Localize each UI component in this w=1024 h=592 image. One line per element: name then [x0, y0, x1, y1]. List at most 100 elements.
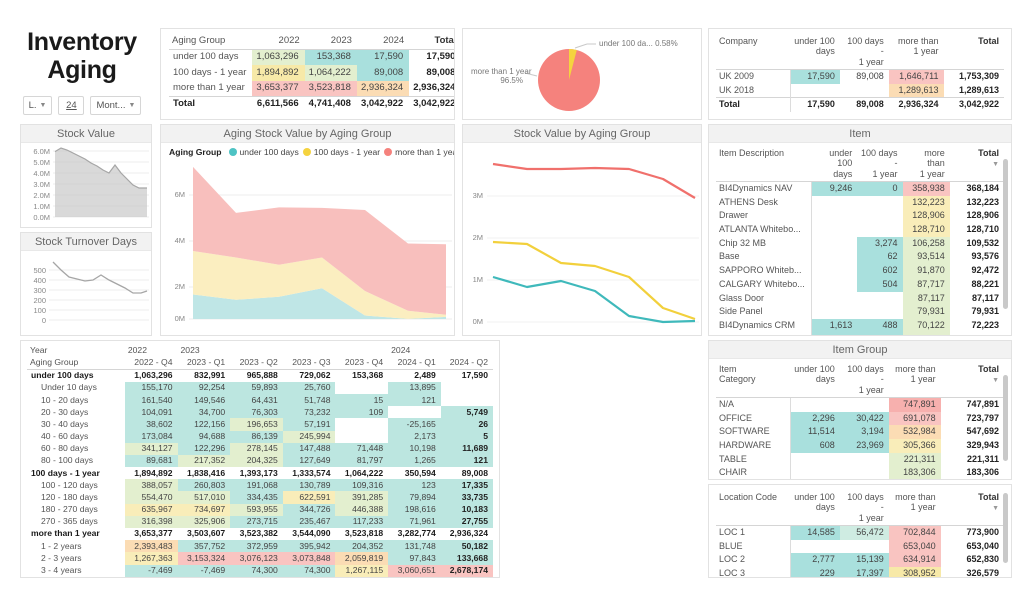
table-cell[interactable] — [790, 83, 840, 98]
table-cell[interactable]: 133,668 — [440, 552, 493, 565]
column-header-2023[interactable]: 2023 — [304, 34, 357, 50]
table-row[interactable]: 30 - 40 days 38,602 122,156 196,653 57,191 -2… — [27, 418, 493, 431]
table-row[interactable]: CHAIR 183,306 183,306 — [716, 466, 1004, 479]
column-header-2024[interactable]: 2024 — [356, 34, 410, 50]
table-row[interactable]: 40 - 60 days 173,084 94,688 86,139 245,994 2,… — [27, 430, 493, 443]
table-cell[interactable]: 130,789 — [282, 479, 336, 492]
table-cell[interactable]: 79,931 — [950, 305, 1004, 319]
row-label[interactable]: Chip 32 MB — [716, 237, 812, 251]
table-cell[interactable]: 305,366 — [888, 439, 941, 453]
column-header-2023-q4[interactable]: 2023 - Q4 — [335, 356, 389, 370]
table-cell[interactable] — [857, 305, 902, 319]
row-label[interactable]: 40 - 60 days — [27, 431, 125, 443]
table-row[interactable]: 10 - 20 days 161,540 149,546 64,431 51,748 15… — [27, 394, 493, 407]
table-cell[interactable]: 93,576 — [950, 250, 1004, 264]
table-cell[interactable]: 2,777 — [790, 553, 840, 568]
table-cell[interactable]: 10,183 — [440, 503, 493, 516]
table-cell[interactable]: 89,008 — [840, 70, 889, 84]
table-cell[interactable]: 372,959 — [230, 540, 283, 553]
table-row[interactable]: Chip 32 MB 3,274 106,258 109,532 — [716, 236, 1004, 251]
table-cell[interactable]: 1,265 — [388, 454, 441, 468]
table-row[interactable]: OFFICE 2,296 30,422 691,078 723,797 — [716, 411, 1004, 426]
table-cell[interactable]: 72,223 — [950, 319, 1004, 333]
column-header-total[interactable]: Total ▼ — [940, 362, 1004, 399]
table-cell[interactable]: 122,296 — [177, 442, 231, 455]
table-cell[interactable]: 15 — [335, 394, 389, 407]
table-cell[interactable]: 92,472 — [950, 264, 1004, 278]
table-cell[interactable]: 635,967 — [124, 503, 178, 516]
table-cell[interactable]: 221,311 — [888, 452, 941, 467]
table-cell[interactable] — [811, 291, 858, 306]
table-cell[interactable]: 747,891 — [941, 398, 1004, 412]
table-row[interactable]: ATLANTA Whitebo... 128,710 128,710 — [716, 223, 1004, 237]
table-cell[interactable] — [840, 466, 889, 479]
row-label[interactable]: 100 days - 1 year — [169, 65, 252, 80]
table-cell[interactable]: 653,040 — [941, 540, 1004, 554]
column-header-2022[interactable]: 2022 — [252, 34, 305, 50]
legend-item-100-days-1-year[interactable]: 100 days - 1 year — [302, 147, 380, 157]
table-row[interactable]: N/A 747,891 747,891 — [716, 397, 1004, 412]
table-cell[interactable]: 89,008 — [409, 65, 454, 80]
table-cell[interactable] — [811, 305, 858, 319]
row-label[interactable]: ATLANTA Whitebo... — [716, 223, 812, 237]
table-cell[interactable]: 34,700 — [177, 406, 231, 419]
table-cell[interactable]: 547,692 — [941, 425, 1004, 439]
row-header-year[interactable]: Year — [27, 345, 125, 357]
table-cell[interactable] — [335, 418, 388, 430]
row-label[interactable]: Under 10 days — [27, 382, 125, 394]
table-row[interactable]: BI4Dynamics CRM 1,613 488 70,122 72,223 — [716, 318, 1004, 333]
table-cell[interactable]: 2,678,174 — [440, 564, 493, 577]
table-cell[interactable]: 17,590 — [790, 69, 840, 84]
line-chart-plot[interactable]: 3M 2M 1M 0M — [463, 143, 701, 335]
table-cell[interactable]: 74,300 — [282, 564, 336, 577]
table-row[interactable]: Glass Door 87,117 87,117 — [716, 291, 1004, 306]
table-row[interactable]: 3 - 4 years -7,469 -7,469 74,300 74,300 1,267… — [27, 564, 493, 577]
table-cell[interactable]: 1,063,296 — [125, 369, 178, 382]
table-cell[interactable] — [335, 431, 388, 443]
table-cell[interactable]: 3,274 — [857, 236, 903, 251]
table-row[interactable]: 180 - 270 days 635,967 734,697 593,955 344,7… — [27, 503, 493, 516]
table-cell[interactable]: 91,870 — [902, 264, 950, 278]
table-row[interactable]: under 100 days 1,063,296 832,991 965,888 729… — [27, 369, 493, 382]
table-cell[interactable]: 33,735 — [440, 491, 493, 504]
table-cell[interactable]: 334,435 — [230, 491, 283, 504]
table-cell[interactable]: 1,333,574 — [283, 467, 336, 479]
table-row[interactable]: ATHENS Desk 132,223 132,223 — [716, 195, 1004, 210]
table-cell[interactable]: 87,117 — [950, 292, 1004, 306]
table-cell[interactable]: 593,955 — [230, 503, 283, 516]
table-cell[interactable]: 1,393,173 — [230, 467, 283, 479]
line-series-more-than-1-year[interactable] — [492, 162, 696, 199]
table-row[interactable]: 80 - 100 days 89,681 217,352 204,325 127,649… — [27, 454, 493, 468]
row-label[interactable]: LOC 2 — [716, 553, 791, 567]
table-cell[interactable]: 702,844 — [888, 525, 941, 540]
table-cell[interactable]: 94,688 — [177, 430, 231, 443]
table-row[interactable]: 100 - 120 days 388,057 260,803 191,068 130,7… — [27, 479, 493, 492]
item-group-scroll-area[interactable]: Item Category under 100 days 100 days -1 y… — [709, 359, 1011, 479]
table-cell[interactable]: 329,943 — [941, 439, 1004, 453]
item-table-scroll-area[interactable]: Item Description under 100 days 100 days … — [709, 143, 1011, 335]
table-cell[interactable]: 504 — [857, 277, 903, 292]
table-row[interactable]: Under 10 days 155,170 92,254 59,893 25,760 13… — [27, 381, 493, 395]
column-header-item-description[interactable]: Item Description — [716, 146, 812, 183]
table-row[interactable]: BI4Dynamics NAV 9,246 0 358,938 368,184 — [716, 181, 1004, 196]
year-group-2024[interactable]: 2024 — [388, 345, 441, 357]
table-cell[interactable] — [441, 382, 493, 394]
table-row[interactable]: 100 days - 1 year 1,894,892 1,064,222 89,00… — [169, 65, 454, 81]
table-cell[interactable]: 734,697 — [177, 503, 231, 516]
table-cell[interactable] — [857, 292, 902, 306]
table-cell[interactable]: 3,194 — [839, 425, 889, 440]
row-label[interactable]: more than 1 year — [27, 528, 125, 540]
table-cell[interactable]: 1,894,892 — [252, 65, 305, 81]
table-row[interactable]: more than 1 year 3,653,377 3,523,818 2,936,… — [169, 80, 454, 97]
table-cell[interactable] — [840, 453, 889, 467]
table-cell[interactable]: 350,594 — [388, 467, 441, 479]
table-cell[interactable]: 3,544,090 — [283, 528, 336, 540]
table-cell[interactable]: 2,296 — [790, 411, 840, 426]
table-cell[interactable]: 76,303 — [230, 406, 283, 419]
table-row[interactable]: LOC 3 229 17,397 308,952 326,579 — [716, 567, 1004, 577]
table-cell[interactable]: -7,469 — [124, 564, 178, 577]
table-cell[interactable]: 132,223 — [902, 195, 950, 210]
row-label[interactable]: CHAIR — [716, 466, 791, 479]
aging-group-detail-matrix-card[interactable]: Year 2022 2023 2024 Aging Group 2022 - Q… — [20, 340, 500, 578]
row-label[interactable]: OFFICE — [716, 412, 791, 426]
